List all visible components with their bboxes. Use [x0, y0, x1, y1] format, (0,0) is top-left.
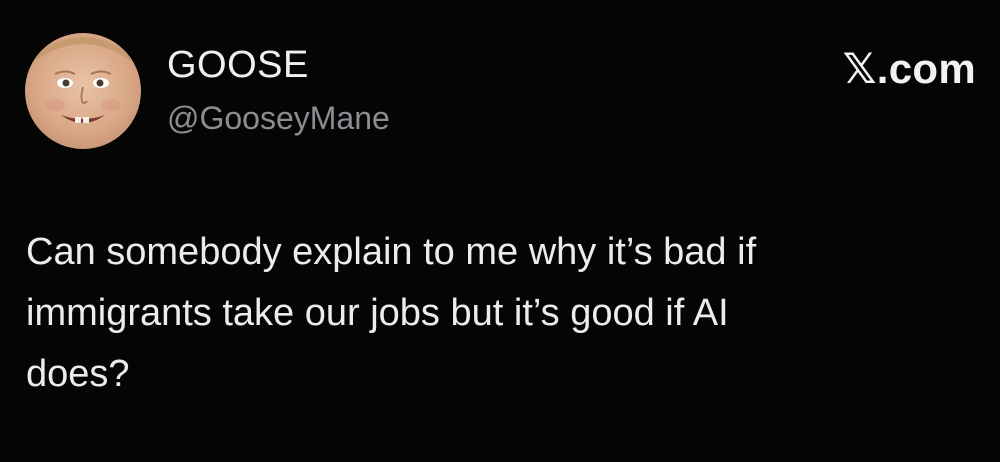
tweet-text: Can somebody explain to me why it’s bad … [26, 231, 757, 395]
site-brand-suffix: .com [876, 45, 976, 92]
child-face-avatar-icon [35, 37, 131, 123]
x-logo-icon: 𝕏 [842, 44, 877, 93]
site-brand: 𝕏.com [843, 44, 976, 93]
display-name[interactable]: GOOSE [167, 44, 309, 87]
tweet-card: GOOSE @GooseyMane 𝕏.com Can somebody exp… [0, 0, 1000, 462]
avatar[interactable] [25, 33, 141, 149]
user-handle[interactable]: @GooseyMane [167, 100, 390, 137]
